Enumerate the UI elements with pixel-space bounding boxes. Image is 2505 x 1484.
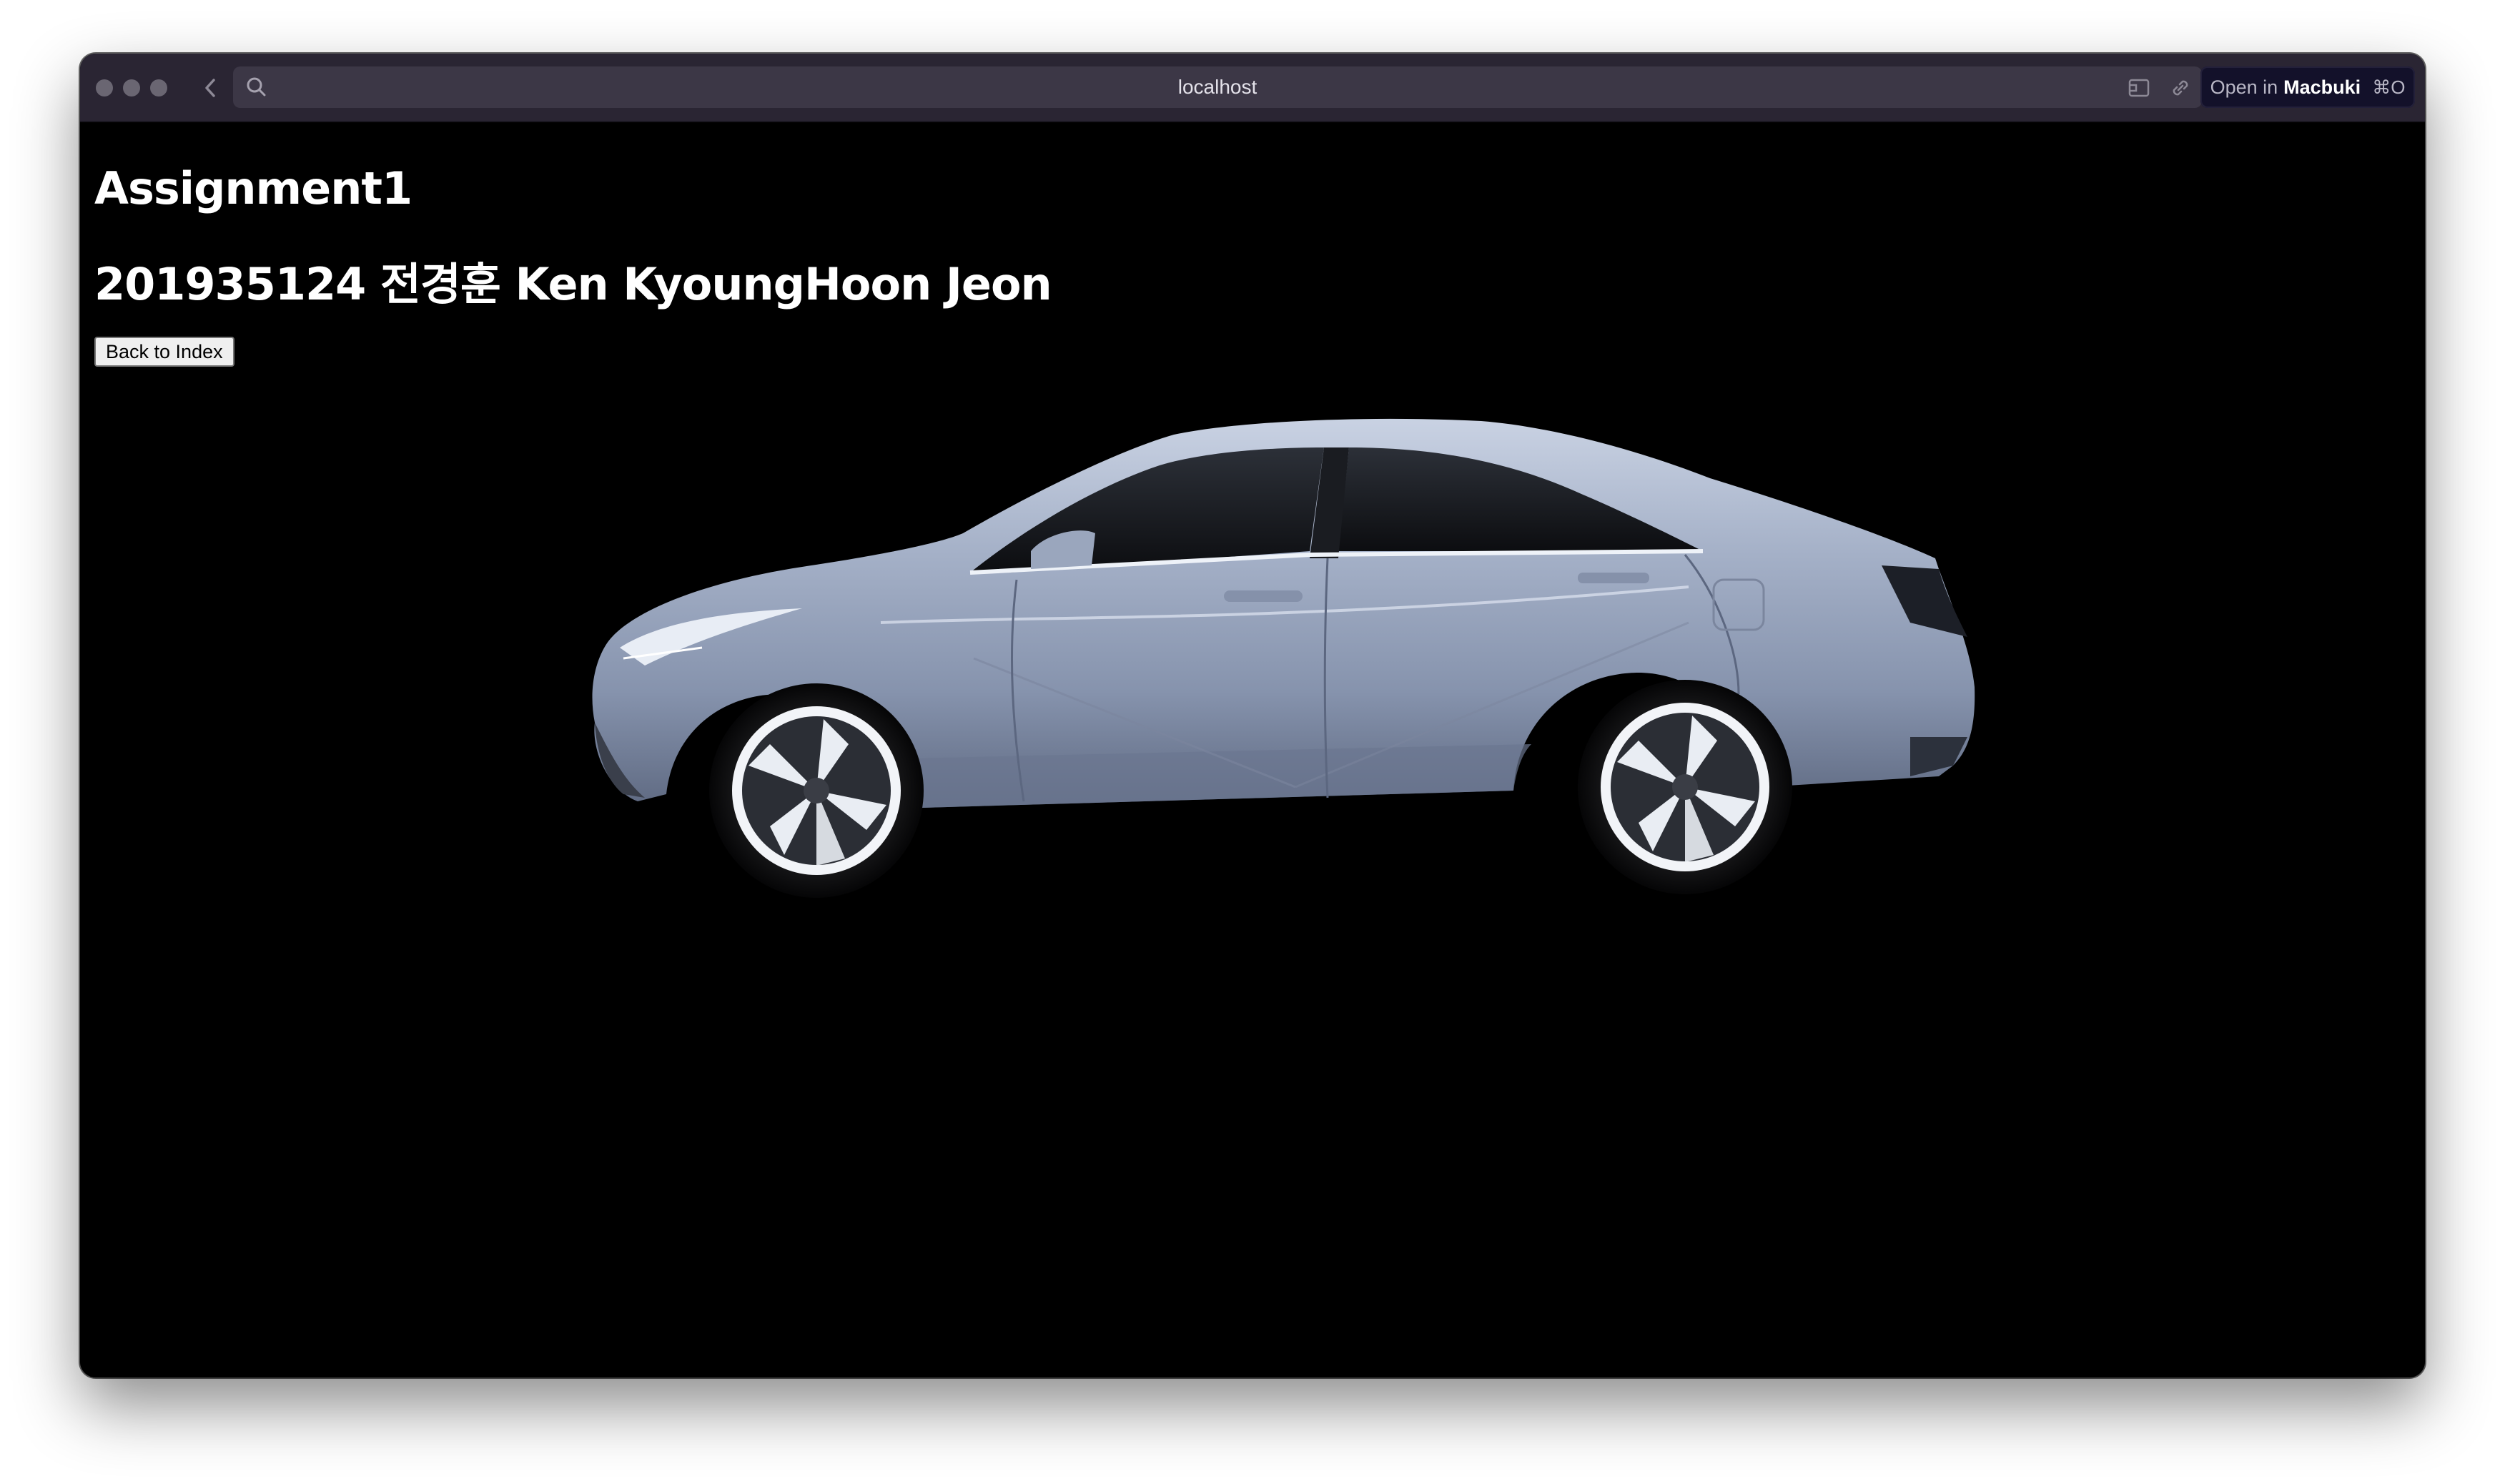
rear-wheel — [1578, 680, 1792, 894]
back-chevron-icon[interactable] — [194, 72, 226, 104]
address-bar[interactable]: localhost — [233, 66, 2202, 108]
car-model — [592, 418, 1975, 898]
browser-window: localhost Open in Macbuki ⌘O Assignment1… — [80, 54, 2425, 1377]
url-text: localhost — [1177, 76, 1258, 98]
page-title: Assignment1 — [94, 162, 412, 214]
open-in-app-button[interactable]: Open in Macbuki ⌘O — [2200, 66, 2415, 108]
student-info-heading: 201935124 전경훈 Ken KyoungHoon Jeon — [94, 258, 1052, 310]
keyboard-shortcut: ⌘O — [2372, 76, 2406, 98]
link-icon[interactable] — [2168, 75, 2193, 101]
title-bar: localhost Open in Macbuki ⌘O — [80, 54, 2425, 122]
page-content: Assignment1 201935124 전경훈 Ken KyoungHoon… — [80, 122, 2425, 1377]
close-window-button[interactable] — [96, 79, 113, 97]
minimize-window-button[interactable] — [123, 79, 140, 97]
open-in-label: Open in — [2210, 76, 2278, 98]
cast-icon[interactable] — [2126, 75, 2152, 101]
back-to-index-button[interactable]: Back to Index — [94, 337, 234, 367]
zoom-window-button[interactable] — [150, 79, 167, 97]
front-wheel — [709, 683, 924, 898]
open-in-app-name: Macbuki — [2283, 76, 2361, 98]
